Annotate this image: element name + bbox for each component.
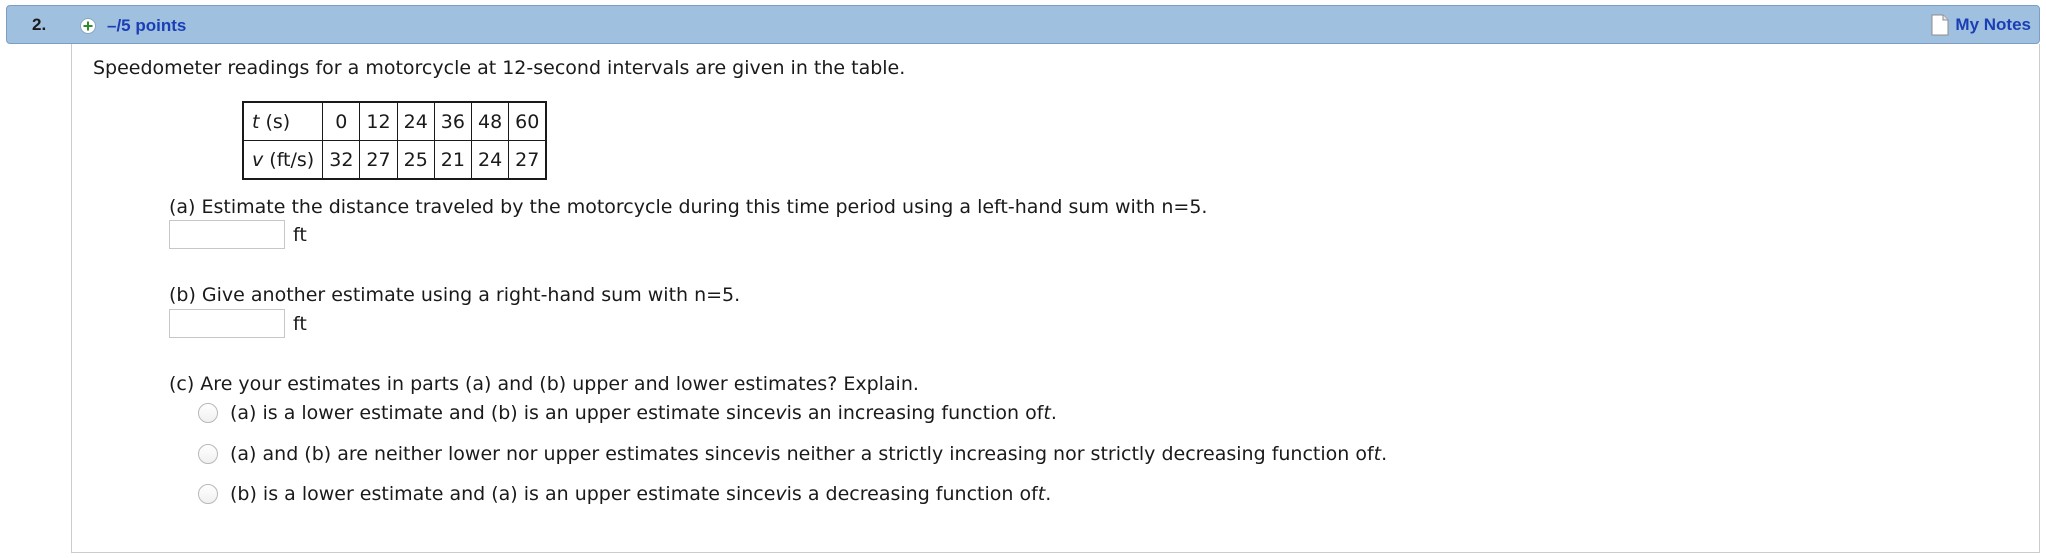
row-header-t: t (s) (242, 101, 324, 141)
points-link[interactable]: –/5 points (107, 16, 186, 36)
radio-button[interactable] (198, 403, 218, 423)
question-body: Speedometer readings for a motorcycle at… (71, 44, 2040, 553)
table-cell: 25 (396, 140, 435, 180)
table-cell: 32 (322, 140, 361, 180)
radio-button[interactable] (198, 444, 218, 464)
part-c-option-1[interactable]: (a) is a lower estimate and (b) is an up… (198, 402, 1057, 424)
question-prompt: Speedometer readings for a motorcycle at… (93, 57, 906, 79)
table-cell: 24 (470, 140, 510, 180)
table-cell: 27 (508, 140, 547, 180)
part-a-answer-input[interactable] (169, 220, 285, 249)
table-cell: 12 (359, 101, 398, 141)
table-cell: 0 (322, 101, 361, 141)
part-c-option-2[interactable]: (a) and (b) are neither lower nor upper … (198, 443, 1387, 465)
speedometer-table: t (s) 0 12 24 36 48 60 v (ft/s) 32 27 25… (242, 101, 548, 180)
table-row: v (ft/s) 32 27 25 21 24 27 (242, 140, 547, 180)
part-b-unit: ft (293, 312, 307, 335)
part-c-option-3[interactable]: (b) is a lower estimate and (a) is an up… (198, 483, 1051, 505)
table-row: t (s) 0 12 24 36 48 60 (242, 101, 547, 141)
plus-circle-icon[interactable] (80, 18, 96, 34)
row-header-v: v (ft/s) (242, 140, 324, 180)
radio-button[interactable] (198, 484, 218, 504)
question-number: 2. (32, 15, 47, 34)
part-b-answer-row: ft (169, 309, 307, 338)
table-cell: 24 (396, 101, 435, 141)
table-cell: 60 (508, 101, 547, 141)
part-a-answer-row: ft (169, 220, 307, 249)
part-b-question: (b) Give another estimate using a right-… (169, 284, 741, 306)
my-notes-button[interactable]: My Notes (1931, 14, 2031, 36)
question-header: 2. –/5 points My Notes (6, 5, 2040, 44)
part-a-question: (a) Estimate the distance traveled by th… (169, 196, 1208, 218)
my-notes-label: My Notes (1955, 15, 2031, 34)
part-c-question: (c) Are your estimates in parts (a) and … (169, 373, 919, 395)
table-cell: 27 (359, 140, 398, 180)
table-cell: 36 (433, 101, 472, 141)
table-cell: 48 (470, 101, 510, 141)
part-a-unit: ft (293, 223, 307, 246)
part-b-answer-input[interactable] (169, 309, 285, 338)
note-page-icon (1931, 14, 1949, 36)
table-cell: 21 (433, 140, 472, 180)
